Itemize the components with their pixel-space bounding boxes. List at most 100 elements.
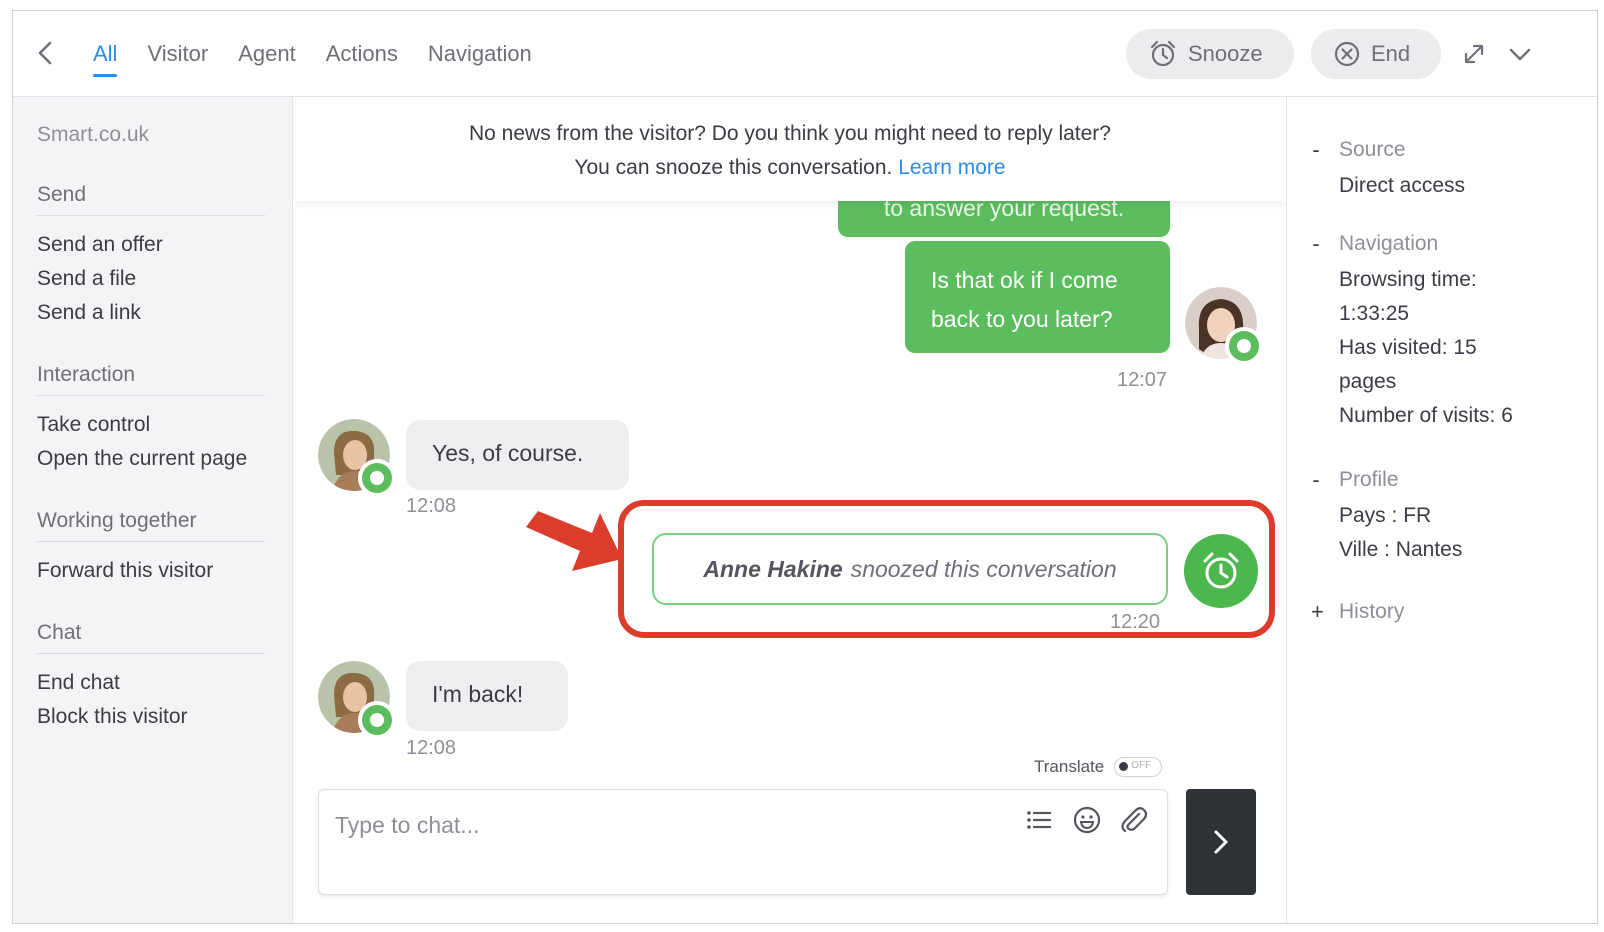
tab-agent[interactable]: Agent: [238, 41, 296, 67]
send-offer-link[interactable]: Send an offer: [37, 228, 265, 262]
tab-actions[interactable]: Actions: [326, 41, 398, 67]
snooze-event-time: 12:20: [1110, 611, 1161, 633]
agent-message-time: 12:07: [1117, 369, 1168, 391]
chat-bubble-icon: [370, 713, 384, 727]
section-chat: Chat End chat Block this visitor: [37, 621, 265, 734]
chat-bubble-icon: [370, 471, 384, 485]
profile-section: - Profile Pays : FR Ville : Nantes: [1311, 467, 1581, 567]
source-title: Source: [1339, 138, 1406, 161]
tab-bar: All Visitor Agent Actions Navigation: [93, 11, 532, 97]
profile-line: Pays : FR: [1339, 504, 1432, 527]
profile-line: Ville : Nantes: [1339, 538, 1463, 561]
chat-area: No news from the visitor? Do you think y…: [294, 97, 1286, 923]
navigation-line: pages: [1339, 370, 1397, 393]
end-button[interactable]: End: [1311, 29, 1441, 79]
chat-status-badge: [358, 459, 396, 497]
toggle-knob: [1119, 762, 1129, 771]
navigation-line: Browsing time:: [1339, 268, 1477, 291]
translate-toggle[interactable]: OFF: [1114, 757, 1163, 777]
history-toggle[interactable]: + History: [1311, 599, 1581, 625]
visitor-info-panel: - Source Direct access - Navigation Brow…: [1286, 97, 1597, 923]
section-working-together: Working together Forward this visitor: [37, 509, 265, 588]
top-header: All Visitor Agent Actions Navigation Sno…: [13, 11, 1597, 97]
close-circle-icon: [1334, 41, 1360, 67]
section-send: Send Send an offer Send a file Send a li…: [37, 183, 265, 330]
end-chat-link[interactable]: End chat: [37, 666, 265, 700]
translate-control: Translate OFF: [1034, 757, 1163, 777]
alarm-clock-icon: [1150, 40, 1176, 67]
snooze-button[interactable]: Snooze: [1126, 29, 1294, 79]
chat-input[interactable]: [335, 808, 995, 842]
navigation-line: Has visited: 15: [1339, 336, 1477, 359]
toggle-state: OFF: [1131, 760, 1152, 771]
take-control-link[interactable]: Take control: [37, 408, 265, 442]
source-value: Direct access: [1339, 174, 1466, 197]
expand-icon[interactable]: [1459, 39, 1489, 69]
send-button[interactable]: [1186, 789, 1256, 895]
chat-console-window: All Visitor Agent Actions Navigation Sno…: [12, 10, 1598, 924]
section-interaction: Interaction Take control Open the curren…: [37, 363, 265, 476]
agent-avatar: [1185, 287, 1263, 365]
expand-plus-icon: +: [1311, 599, 1324, 624]
snooze-info-banner: No news from the visitor? Do you think y…: [294, 97, 1286, 201]
banner-line-2: You can snooze this conversation. Learn …: [294, 151, 1286, 185]
block-visitor-link[interactable]: Block this visitor: [37, 700, 265, 734]
navigation-title: Navigation: [1339, 232, 1439, 255]
visitor-message: Yes, of course.: [406, 420, 629, 490]
pointer-arrow-icon: [526, 511, 622, 571]
navigation-toggle[interactable]: - Navigation: [1311, 231, 1581, 257]
navigation-line: Number of visits: 6: [1339, 404, 1513, 427]
learn-more-link[interactable]: Learn more: [898, 156, 1005, 179]
banner-line-1: No news from the visitor? Do you think y…: [469, 122, 1111, 145]
open-current-page-link[interactable]: Open the current page: [37, 442, 265, 476]
snooze-event-text: snoozed this conversation: [850, 555, 1117, 582]
visitor-avatar: [318, 419, 396, 497]
snooze-alarm-badge: [1184, 534, 1258, 608]
tab-visitor[interactable]: Visitor: [147, 41, 208, 67]
section-title: Send: [37, 183, 265, 216]
chat-status-badge: [358, 701, 396, 739]
visitor-avatar: [318, 661, 396, 739]
chat-bubble-icon: [1237, 339, 1251, 353]
visitor-message-time: 12:08: [406, 737, 457, 759]
end-label: End: [1371, 41, 1411, 66]
collapse-icon: -: [1312, 231, 1320, 256]
banner-line-2-text: You can snooze this conversation.: [574, 156, 893, 179]
section-title: Interaction: [37, 363, 265, 396]
emoji-icon[interactable]: [1071, 804, 1103, 836]
history-section: + History: [1311, 599, 1581, 631]
profile-title: Profile: [1339, 468, 1399, 491]
attachment-icon[interactable]: [1117, 804, 1149, 836]
translate-label: Translate: [1034, 757, 1105, 776]
back-arrow-icon[interactable]: [31, 37, 59, 69]
navigation-section: - Navigation Browsing time: 1:33:25 Has …: [1311, 231, 1581, 433]
tab-all[interactable]: All: [93, 41, 118, 77]
chevron-down-icon[interactable]: [1505, 39, 1535, 69]
tab-navigation[interactable]: Navigation: [428, 41, 532, 67]
navigation-line: 1:33:25: [1339, 302, 1410, 325]
profile-toggle[interactable]: - Profile: [1311, 467, 1581, 493]
actions-sidebar: Smart.co.uk Send Send an offer Send a fi…: [13, 97, 293, 923]
alarm-clock-icon: [1203, 552, 1239, 589]
section-title: Chat: [37, 621, 265, 654]
collapse-icon: -: [1312, 467, 1320, 492]
snooze-agent-name: Anne Hakine: [703, 555, 843, 582]
visitor-message-time: 12:08: [406, 495, 457, 517]
source-toggle[interactable]: - Source: [1311, 137, 1581, 163]
collapse-icon: -: [1312, 137, 1320, 162]
send-link-link[interactable]: Send a link: [37, 296, 265, 330]
message-composer: [318, 789, 1168, 895]
snooze-event-message: Anne Hakine snoozed this conversation: [652, 533, 1168, 605]
source-section: - Source Direct access: [1311, 137, 1581, 203]
history-title: History: [1339, 600, 1405, 623]
list-icon[interactable]: [1023, 804, 1055, 836]
site-name: Smart.co.uk: [37, 123, 150, 146]
chat-status-badge: [1225, 327, 1263, 365]
snooze-label: Snooze: [1188, 41, 1263, 66]
forward-visitor-link[interactable]: Forward this visitor: [37, 554, 265, 588]
agent-message: Is that ok if I come back to you later?: [905, 241, 1170, 353]
chevron-right-icon: [1214, 830, 1228, 854]
send-file-link[interactable]: Send a file: [37, 262, 265, 296]
visitor-message: I'm back!: [406, 661, 568, 731]
section-title: Working together: [37, 509, 265, 542]
